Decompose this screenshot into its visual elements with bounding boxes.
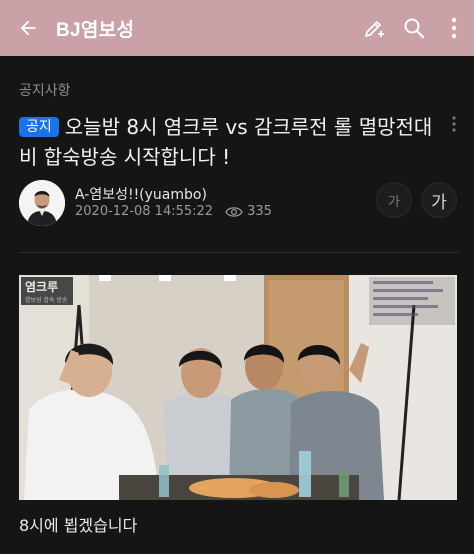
board-name-link[interactable]: 공지사항 (19, 80, 71, 100)
post-title: 공지 오늘밤 8시 염크루 vs 감크루전 롤 멸망전대비 합숙방송 시작합니다 … (19, 112, 444, 172)
post-body-text: 8시에 뵙겠습니다 (19, 516, 138, 535)
view-count: 335 (225, 204, 272, 219)
back-arrow-icon (20, 20, 36, 36)
photo-illustration: 염크루 염보성 합숙 방송 (19, 275, 457, 500)
divider (19, 252, 459, 253)
more-vertical-icon (451, 17, 457, 39)
overlay-title: 염크루 (25, 279, 58, 294)
post-more-button[interactable] (446, 114, 462, 134)
font-decrease-button[interactable]: 가 (376, 182, 412, 218)
author-block: A-염보성!!(yuambo) 2020-12-08 14:55:22 335 … (19, 180, 459, 230)
more-button[interactable] (434, 0, 474, 56)
avatar[interactable] (19, 180, 65, 226)
more-vertical-icon (452, 116, 456, 132)
write-icon (365, 21, 384, 37)
post-meta: 2020-12-08 14:55:22 335 (75, 204, 272, 219)
search-icon (404, 18, 425, 39)
eye-icon (225, 206, 243, 217)
search-button[interactable] (394, 0, 434, 56)
view-count-value: 335 (247, 204, 272, 219)
font-small-label: 가 (388, 194, 400, 210)
font-large-label: 가 (431, 192, 447, 213)
back-button[interactable] (0, 0, 56, 56)
post-image[interactable]: 염크루 염보성 합숙 방송 (19, 275, 457, 500)
font-increase-button[interactable]: 가 (421, 182, 457, 218)
app-bar: BJ염보성 (0, 0, 474, 56)
author-name[interactable]: A-염보성!!(yuambo) (75, 184, 207, 204)
post-date: 2020-12-08 14:55:22 (75, 204, 214, 219)
post-title-text: 오늘밤 8시 염크루 vs 감크루전 롤 멸망전대비 합숙방송 시작합니다 ! (19, 115, 433, 169)
notice-badge: 공지 (19, 117, 59, 137)
overlay-subtitle: 염보성 합숙 방송 (25, 296, 68, 304)
profile-photo (19, 180, 65, 226)
app-title: BJ염보성 (56, 19, 135, 41)
write-button[interactable] (354, 0, 394, 56)
